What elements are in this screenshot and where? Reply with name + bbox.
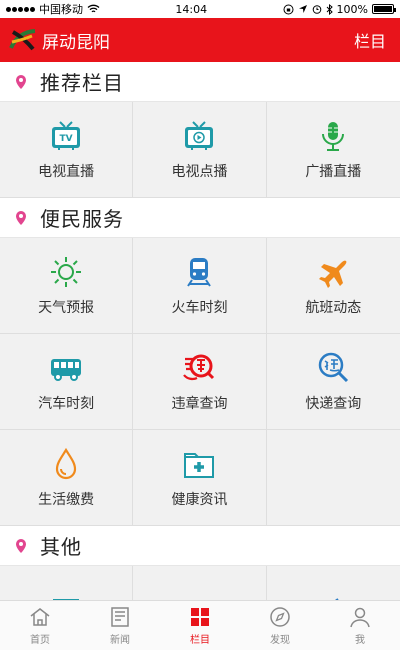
tab-label: 栏目 (190, 634, 210, 646)
tile-label: 天气预报 (38, 299, 95, 316)
tile-express[interactable]: 快递查询 (266, 334, 400, 430)
tile-label: 火车时刻 (171, 299, 228, 316)
wifi-icon (87, 4, 100, 13)
person-icon (350, 607, 370, 627)
microphone-icon (322, 121, 345, 151)
status-left: 中国移动 (6, 1, 100, 17)
water-drop-icon (56, 447, 77, 479)
grid-icon (191, 607, 209, 626)
section-title: 其他 (40, 535, 82, 559)
lock-rotation-icon (283, 4, 294, 14)
app-logo-icon (9, 29, 36, 51)
status-right: 100% (283, 2, 396, 16)
violation-icon (183, 354, 215, 380)
tile-bus[interactable]: 汽车时刻 (0, 334, 134, 430)
tab-home[interactable]: 首页 (0, 601, 80, 650)
tile-utility-payment[interactable]: 生活缴费 (0, 430, 134, 526)
section-title: 推荐栏目 (40, 71, 124, 95)
other-grid (0, 566, 400, 600)
battery-percent: 100% (336, 2, 368, 16)
sun-icon (51, 256, 82, 287)
location-pin-icon (16, 538, 26, 553)
battery-icon (372, 4, 396, 14)
app-title: 屏动昆阳 (42, 32, 110, 53)
news-icon (111, 606, 129, 627)
section-header-services: 便民服务 (0, 198, 400, 238)
tile-train[interactable]: 火车时刻 (133, 238, 267, 334)
carrier-label: 中国移动 (39, 3, 83, 16)
compass-icon (270, 606, 290, 627)
tab-columns[interactable]: 栏目 (160, 601, 240, 650)
airplane-icon (319, 260, 347, 288)
partial-icon (53, 598, 80, 600)
location-pin-icon (16, 210, 26, 225)
services-grid: 天气预报 火车时刻 航班动态 汽车时刻 违章查询 快递查询 生活缴费 健康资讯 (0, 238, 400, 526)
bluetooth-icon (326, 3, 333, 15)
svg-text:TV: TV (60, 134, 73, 144)
tile-label: 电视点播 (171, 163, 228, 180)
tile-label: 健康资讯 (171, 491, 228, 508)
status-time: 14:04 (175, 2, 208, 16)
tile-label: 航班动态 (305, 299, 362, 316)
train-icon (187, 257, 212, 287)
location-icon (298, 5, 307, 13)
section-header-other: 其他 (0, 526, 400, 566)
battery-fill (374, 6, 392, 12)
tile-label: 违章查询 (171, 395, 228, 412)
location-pin-icon (16, 74, 26, 89)
main-content[interactable]: 推荐栏目 TV 电视直播 电视点播 广播直播 便民服务 天气预报 火车时刻 航班… (0, 62, 400, 600)
tile-label: 电视直播 (38, 163, 95, 180)
signal-icon (6, 6, 35, 12)
tile-tv-vod[interactable]: 电视点播 (133, 102, 267, 198)
tile-health-news[interactable]: 健康资讯 (133, 430, 267, 526)
tile-label: 生活缴费 (38, 491, 95, 508)
partial-icon (334, 597, 339, 600)
alarm-icon (312, 5, 321, 14)
partial-icon (194, 599, 205, 600)
recommended-grid: TV 电视直播 电视点播 广播直播 (0, 102, 400, 198)
tv-vod-icon (185, 120, 214, 150)
tile-tv-live[interactable]: TV 电视直播 (0, 102, 134, 198)
tab-label: 我 (355, 634, 365, 646)
app-header: 屏动昆阳 栏目 (0, 18, 400, 62)
tile-weather[interactable]: 天气预报 (0, 238, 134, 334)
tile-other-1[interactable] (0, 566, 134, 600)
section-title: 便民服务 (40, 207, 124, 231)
express-search-icon (319, 352, 349, 382)
status-bar: 中国移动 14:04 100% (0, 0, 400, 18)
tile-flight[interactable]: 航班动态 (266, 238, 400, 334)
tab-label: 新闻 (110, 634, 130, 646)
brand: 屏动昆阳 (8, 28, 110, 53)
tile-radio-live[interactable]: 广播直播 (266, 102, 400, 198)
tile-label: 广播直播 (305, 163, 362, 180)
medical-kit-icon (184, 452, 215, 478)
tile-violation[interactable]: 违章查询 (133, 334, 267, 430)
bottom-tab-bar: 首页 新闻 栏目 发现 我 (0, 600, 400, 650)
bus-icon (51, 358, 82, 381)
tile-label: 汽车时刻 (38, 395, 95, 412)
columns-menu-button[interactable]: 栏目 (354, 28, 386, 52)
tab-label: 发现 (270, 634, 290, 646)
tab-label: 首页 (30, 634, 50, 646)
tile-other-2[interactable] (133, 566, 267, 600)
tile-empty (266, 430, 400, 526)
tile-other-3[interactable] (266, 566, 400, 600)
tab-discover[interactable]: 发现 (240, 601, 320, 650)
section-header-recommended: 推荐栏目 (0, 62, 400, 102)
tv-live-icon: TV (52, 120, 81, 150)
tab-news[interactable]: 新闻 (80, 601, 160, 650)
home-icon (30, 607, 50, 626)
tab-me[interactable]: 我 (320, 601, 400, 650)
tile-label: 快递查询 (305, 395, 362, 412)
